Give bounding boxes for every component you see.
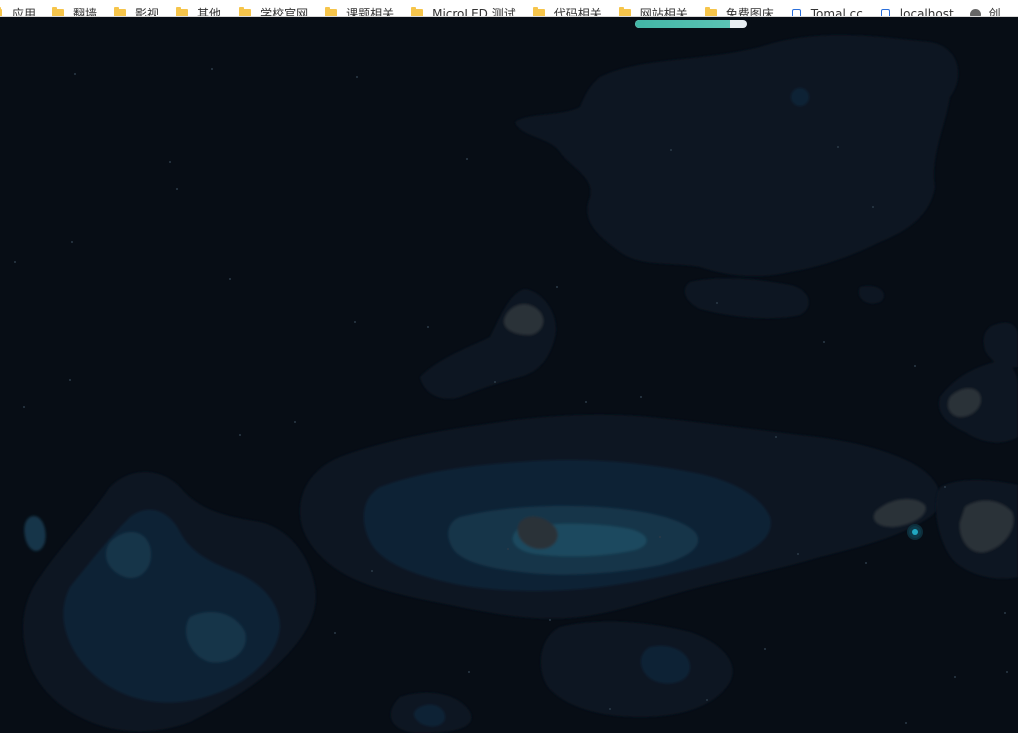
bookmark-label: 其他 xyxy=(197,7,222,17)
page-icon xyxy=(791,8,801,16)
bookmark-label: 代码相关 xyxy=(553,7,602,17)
bookmark-link[interactable]: localhost xyxy=(880,7,954,17)
bookmark-folder[interactable]: 免费图床 xyxy=(704,7,774,17)
bookmark-folder[interactable]: 课题相关 xyxy=(325,7,395,17)
loading-progress-fill xyxy=(635,20,731,28)
bookmark-label: 应用 xyxy=(12,7,37,17)
folder-icon xyxy=(618,7,631,16)
folder-icon xyxy=(325,7,338,16)
cloud-map-canvas[interactable] xyxy=(0,17,1018,733)
folder-icon xyxy=(52,7,65,16)
bookmark-label: MicroLED 测试 xyxy=(432,7,516,17)
bookmark-folder[interactable]: 影视 xyxy=(114,7,160,17)
bookmark-folder[interactable]: 翻墙 xyxy=(52,7,98,17)
bookmark-link[interactable]: Tomal.cc xyxy=(791,7,863,17)
loading-progress-bar xyxy=(635,20,747,28)
apps-icon xyxy=(0,7,2,16)
globe-icon xyxy=(969,8,981,16)
bookmark-folder[interactable]: 代码相关 xyxy=(532,7,602,17)
bookmark-label: 网站相关 xyxy=(639,7,688,17)
bookmark-folder[interactable]: 网站相关 xyxy=(618,7,688,17)
folder-icon xyxy=(114,7,127,16)
bookmark-apps[interactable]: 应用 xyxy=(0,7,37,17)
bookmark-label: 免费图床 xyxy=(725,7,774,17)
bookmark-folder[interactable]: 学校官网 xyxy=(239,7,309,17)
bookmark-folder[interactable]: MicroLED 测试 xyxy=(411,7,516,17)
bookmark-label: 学校官网 xyxy=(260,7,309,17)
folder-icon xyxy=(704,7,717,16)
location-marker-icon[interactable] xyxy=(909,526,921,538)
folder-icon xyxy=(239,7,252,16)
bookmark-label: 翻墙 xyxy=(73,7,98,17)
folder-icon xyxy=(411,7,424,16)
bookmark-label: 课题相关 xyxy=(346,7,395,17)
bookmark-label: Tomal.cc xyxy=(810,7,863,17)
bookmark-label: 创 xyxy=(988,7,1001,17)
page-icon xyxy=(880,8,890,16)
bookmark-link[interactable]: 创 xyxy=(969,7,1001,17)
folder-icon xyxy=(176,7,189,16)
bookmark-label: localhost xyxy=(899,7,954,17)
bookmark-folder[interactable]: 其他 xyxy=(176,7,222,17)
bookmarks-bar: 应用 翻墙 影视 其他 学校官网 课题相关 MicroLED 测试 代码相关 网… xyxy=(0,0,1018,17)
bookmark-label: 影视 xyxy=(135,7,160,17)
folder-icon xyxy=(532,7,545,16)
